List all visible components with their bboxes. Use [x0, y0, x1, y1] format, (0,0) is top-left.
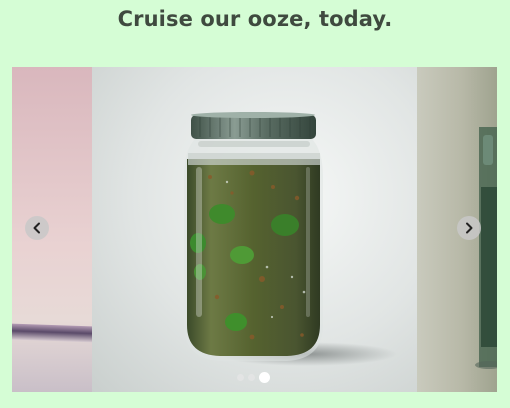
carousel-indicator-2[interactable] [248, 374, 255, 381]
image-carousel[interactable] [12, 67, 497, 392]
carousel-indicator-3[interactable] [259, 372, 270, 383]
carousel-indicator-1[interactable] [237, 374, 244, 381]
chevron-left-icon [33, 222, 40, 234]
carousel-next-button[interactable] [457, 216, 481, 240]
carousel-slide-previous [12, 67, 92, 392]
chevron-right-icon [466, 222, 473, 234]
carousel-indicators [237, 372, 270, 383]
carousel-previous-button[interactable] [25, 216, 49, 240]
carousel-slide-current [92, 67, 417, 392]
page-title: Cruise our ooze, today. [117, 7, 393, 31]
ooze-jar-image [184, 112, 397, 366]
